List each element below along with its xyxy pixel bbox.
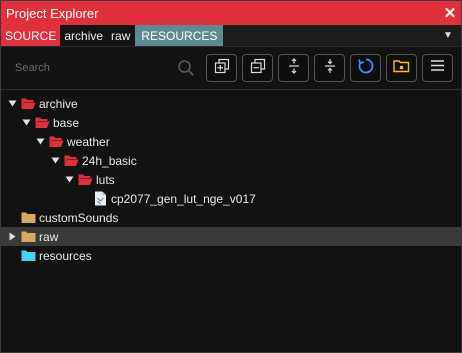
tree-item-label: base	[53, 115, 80, 130]
file-tree: archive base weather 24h_basicluts cp2077_ge…	[1, 90, 461, 265]
tree-item-label: archive	[39, 96, 78, 111]
folder-icon	[34, 116, 50, 130]
collapsed-arrow-icon[interactable]	[6, 232, 18, 241]
expand-children-button[interactable]	[278, 54, 309, 82]
project-explorer-window: Project Explorer ✕ SOURCE archive raw RE…	[0, 0, 462, 353]
folder-icon	[48, 135, 64, 149]
folder-icon	[20, 97, 36, 111]
folder-icon	[20, 249, 36, 263]
tabs-spacer	[223, 25, 435, 46]
expand-arrow-icon[interactable]	[34, 138, 46, 145]
refresh-button[interactable]	[350, 54, 381, 82]
tree-item[interactable]: luts	[1, 170, 461, 189]
close-icon[interactable]: ✕	[439, 4, 461, 22]
folder-eye-icon	[393, 58, 410, 78]
expand-arrow-icon[interactable]	[63, 176, 75, 183]
tree-item-label: weather	[67, 134, 110, 149]
collapse-children-button[interactable]	[314, 54, 345, 82]
folder-icon	[63, 154, 79, 168]
expand-arrow-icon[interactable]	[20, 119, 32, 126]
collapse-arrows-icon	[323, 58, 337, 79]
tree-item-label: luts	[96, 172, 115, 187]
tree-item[interactable]: archive	[1, 94, 461, 113]
show-in-folder-button[interactable]	[386, 54, 417, 82]
collapse-all-icon	[250, 58, 266, 79]
tree-item-label: raw	[39, 229, 59, 244]
menu-button[interactable]	[422, 54, 453, 82]
tab-source[interactable]: SOURCE	[1, 25, 61, 46]
tabs-dropdown-icon[interactable]: ▼	[435, 25, 461, 46]
collapse-all-button[interactable]	[242, 54, 273, 82]
expand-all-button[interactable]	[206, 54, 237, 82]
search-input[interactable]	[13, 61, 175, 75]
window-title: Project Explorer	[6, 5, 99, 21]
tree-item[interactable]: cp2077_gen_lut_nge_v017	[1, 189, 461, 208]
file-icon	[92, 191, 108, 206]
tree-item-label: 24h_basic	[82, 153, 137, 168]
expand-arrow-icon[interactable]	[6, 100, 18, 107]
expand-arrows-icon	[287, 57, 301, 79]
tree-item-label: customSounds	[39, 210, 119, 225]
tab-archive[interactable]: archive	[60, 25, 108, 46]
tab-raw[interactable]: raw	[107, 25, 136, 46]
source-tabs: SOURCE archive raw RESOURCES ▼	[1, 25, 461, 47]
tree-item-label: resources	[39, 248, 92, 263]
folder-icon	[77, 173, 93, 187]
title-bar: Project Explorer ✕	[1, 1, 461, 25]
folder-icon	[20, 230, 36, 244]
tree-item[interactable]: weather	[1, 132, 461, 151]
expand-arrow-icon[interactable]	[49, 157, 61, 164]
refresh-icon	[357, 57, 375, 80]
tab-resources[interactable]: RESOURCES	[135, 25, 224, 46]
toolbar	[1, 47, 461, 89]
tree-item[interactable]: base	[1, 113, 461, 132]
search-icon[interactable]	[175, 57, 197, 79]
expand-all-icon	[214, 58, 230, 79]
hamburger-menu-icon	[430, 59, 445, 77]
tree-item[interactable]: customSounds	[1, 208, 461, 227]
tree-item-label: cp2077_gen_lut_nge_v017	[111, 191, 256, 206]
tree-item[interactable]: resources	[1, 246, 461, 265]
search-box	[7, 54, 201, 82]
tree-item[interactable]: 24h_basic	[1, 151, 461, 170]
tree-item[interactable]: raw	[1, 227, 461, 246]
folder-icon	[20, 211, 36, 225]
